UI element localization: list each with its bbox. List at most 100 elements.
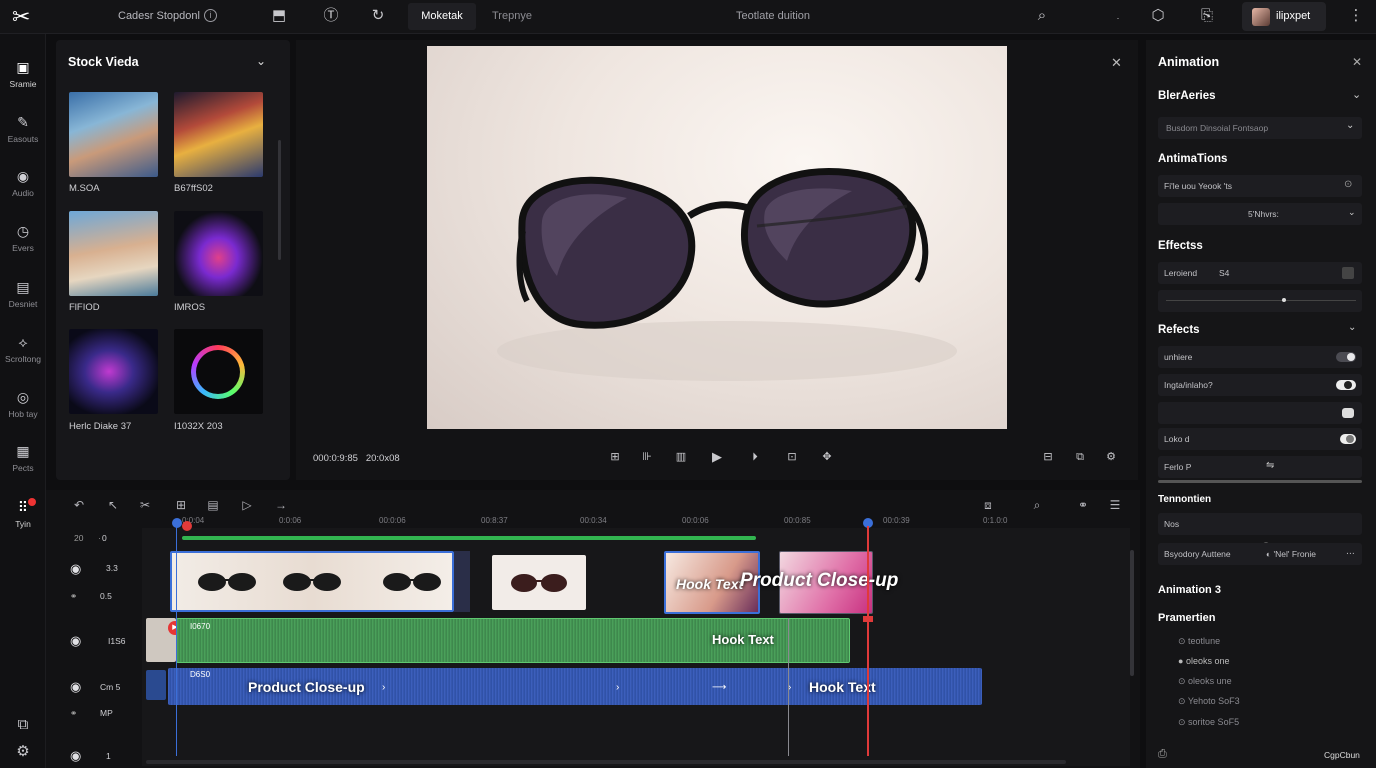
eye-icon[interactable]: ◉ [70,633,81,649]
toggle-switch[interactable] [1336,380,1356,390]
media-thumb-2[interactable] [174,92,263,177]
media-thumb-1[interactable] [69,92,158,177]
move-icon[interactable]: ✥ [818,448,836,466]
tension-row[interactable]: Nos [1158,513,1362,535]
slider-row[interactable]: Ferlo P ⇋ [1158,456,1362,483]
radio-item[interactable]: ● oleoks one [1178,656,1229,666]
chevron-down-icon[interactable]: ⌄ [1352,88,1361,101]
chevron-down-icon[interactable]: ⌄ [256,54,266,68]
next-frame-icon[interactable]: ⏵ [746,448,764,466]
select-icon[interactable]: ↖ [104,496,122,514]
video-clip-2[interactable] [492,555,586,610]
link-icon[interactable]: ⚭ [70,708,77,719]
rail-item-events[interactable]: ◷ Evers [0,222,46,253]
caption-icon[interactable]: ⧉ [13,715,33,735]
rail-item-help[interactable]: ◎ Hob tay [0,388,46,419]
animation-select[interactable]: 5'Nhvrs: ⌄ [1158,203,1362,225]
effect-toggle-icon[interactable] [1342,267,1354,279]
overlay-hook-text[interactable]: Hook Text [676,576,743,592]
delete-icon[interactable]: ▤ [204,496,222,514]
tension-row-2[interactable]: Bsyodory Auttene ◐ 'Nel' Fronie ⋯ [1158,543,1362,565]
file-icon[interactable]: ⎙ [1158,748,1167,761]
badge-icon[interactable]: ⬡ [1148,6,1168,26]
undo-icon[interactable]: ↶ [70,496,88,514]
radio-item[interactable]: ⊙ Yehoto SoF3 [1178,696,1240,707]
eye-icon[interactable]: ◉ [70,748,81,764]
rail-item-audio[interactable]: ◉ Audio [0,167,46,198]
toggle-row[interactable]: Loko d [1158,428,1362,450]
toggle-row[interactable]: unhiere [1158,346,1362,368]
close-icon[interactable]: ✕ [1352,55,1362,69]
fullscreen-icon[interactable]: ⧉ [1071,448,1089,466]
share-icon[interactable]: ⎘ [1197,6,1217,26]
effect-slider[interactable] [1158,290,1362,312]
rail-item-desktop[interactable]: ▤ Desniet [0,278,46,309]
tab-moketak[interactable]: Moketak [408,3,476,30]
marker-icon[interactable]: ▷ [238,496,256,514]
user-account[interactable]: ilipxpet [1242,2,1326,31]
slider-thumb[interactable] [1282,298,1286,302]
caption-tool-icon[interactable]: ⧈ [979,496,997,514]
media-thumb-4[interactable] [174,211,263,296]
rail-item-scrolling[interactable]: ⟡ Scroltong [0,333,46,364]
toggle-switch[interactable] [1340,434,1356,444]
rail-item-pects[interactable]: ▦ Pects [0,442,46,473]
play-icon[interactable]: ▶ [708,448,726,466]
more-icon[interactable]: ⋯ [1346,548,1355,559]
import-icon[interactable]: ⬒ [269,6,289,26]
text-tool-icon[interactable]: Ⓣ [321,6,341,26]
playhead-handle-start[interactable] [172,518,182,528]
zoom-icon[interactable]: ⌕ [1028,496,1046,514]
overlay-product-text[interactable]: Product Close-up [740,570,898,592]
split-clip-icon[interactable]: ⊞ [172,496,190,514]
animation-row[interactable]: Fi'le uou Yeook 'ts ⊙ [1158,175,1362,197]
project-name[interactable]: Cadesr Stopdonl [118,10,200,22]
radio-item[interactable]: ⊙ oleoks une [1178,676,1232,687]
rail-item-effects[interactable]: ✎ Easouts [0,113,46,144]
marker-dot[interactable] [182,521,192,531]
search-icon[interactable]: ⌕ [1032,6,1052,26]
dropdown[interactable]: Busdorn Dinsoial Fontsaop ⌄ [1158,117,1362,139]
cut-icon[interactable]: ✂ [136,496,154,514]
trim-icon[interactable]: ⊪ [638,448,656,466]
capcut-logo-icon[interactable]: ✂ [12,5,44,29]
eye-icon[interactable]: ◉ [70,561,81,577]
rotate-icon[interactable]: ↻ [368,6,388,26]
split-icon[interactable]: ⊞ [606,448,624,466]
toggle-row[interactable] [1158,402,1362,424]
effect-row[interactable]: Leroiend S4 [1158,262,1362,284]
snapshot-icon[interactable]: ⊡ [783,448,801,466]
close-icon[interactable]: ✕ [1111,55,1122,71]
toggle-switch[interactable] [1336,352,1356,362]
settings-icon[interactable]: ⚙ [13,742,33,762]
radio-item[interactable]: ⊙ teotlune [1178,636,1220,647]
film-icon[interactable]: ▥ [672,448,690,466]
info-icon[interactable]: i [204,9,217,22]
tab-trepnye[interactable]: Trepnye [492,10,532,22]
video-clip-1[interactable] [170,551,454,612]
preview-canvas[interactable] [427,46,1007,429]
toggle-row[interactable]: Ingta/inlaho? [1158,374,1362,396]
settings-small-icon[interactable]: ⚙ [1102,448,1120,466]
scrollbar[interactable] [278,140,281,260]
timeline-horizontal-scrollbar[interactable] [146,760,1066,764]
transition-marker[interactable] [454,551,470,612]
eye-icon[interactable]: ◉ [70,679,81,695]
dot-icon[interactable]: · [1108,8,1128,28]
radio-item[interactable]: ⊙ soritoe SoF5 [1178,717,1239,728]
timeline-vertical-scrollbar[interactable] [1130,550,1134,676]
rail-item-frame[interactable]: ▣ Sramie [0,58,46,89]
link-icon[interactable]: ⚭ [70,591,77,602]
arrow-icon[interactable]: → [272,496,290,514]
rail-item-grid[interactable]: ⠿ Tyin [0,498,46,529]
chevron-down-icon[interactable]: ⌄ [1348,322,1356,333]
ratio-icon[interactable]: ⊟ [1039,448,1057,466]
list-icon[interactable]: ☰ [1106,496,1124,514]
slider-track[interactable] [1158,480,1362,483]
link-icon[interactable]: ⚭ [1074,496,1092,514]
playhead[interactable] [867,526,869,756]
toggle-switch[interactable] [1342,408,1354,418]
media-thumb-6[interactable] [174,329,263,414]
more-icon[interactable]: ⋮ [1346,6,1366,26]
media-thumb-3[interactable] [69,211,158,296]
